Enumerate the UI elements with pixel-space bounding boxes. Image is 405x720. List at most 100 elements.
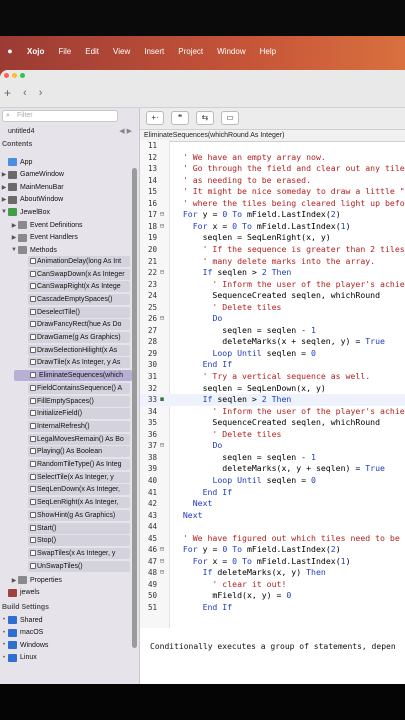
code-line[interactable]: 34 ' Inform the user of the player's ach… — [140, 406, 405, 418]
code-line[interactable]: 49 ' clear it out! — [140, 579, 405, 591]
code-line[interactable]: 11 — [140, 140, 405, 152]
code-line[interactable]: 41 End If — [140, 487, 405, 499]
disclosure-collapsed-icon[interactable]: ▶ — [10, 222, 18, 229]
method-item[interactable]: FieldContainsSequence() A — [28, 382, 130, 394]
menu-project[interactable]: Project — [171, 47, 210, 56]
menu-file[interactable]: File — [51, 47, 78, 56]
sidebar-scroll-thumb[interactable] — [132, 168, 137, 648]
method-item[interactable]: Start() — [28, 522, 130, 534]
code-line[interactable]: 35 SequenceCreated seqlen, whichRound — [140, 417, 405, 429]
tree-item-app[interactable]: App — [0, 156, 32, 168]
disclosure-collapsed-icon[interactable]: • — [0, 630, 8, 636]
method-item[interactable]: AnimationDelay(long As Int — [28, 255, 130, 267]
tree-item-mainmenubar[interactable]: ▶ MainMenuBar — [0, 181, 64, 193]
code-line[interactable]: 47 ⊟ For x = 0 To mField.LastIndex(1) — [140, 556, 405, 568]
tree-item-event-definitions[interactable]: ▶ Event Definitions — [10, 219, 83, 231]
fold-icon[interactable]: ⊟ — [158, 222, 166, 230]
method-item[interactable]: SwapTiles(x As Integer, y — [28, 547, 130, 559]
fold-icon[interactable]: ⊟ — [158, 268, 166, 276]
tab-nav-arrows[interactable]: ◀ ▶ — [119, 127, 132, 135]
view-toggle-icon[interactable]: ⇆ — [196, 111, 214, 125]
method-item[interactable]: DeselectTile() — [28, 306, 130, 318]
code-line[interactable]: 14 ' as needing to be erased. — [140, 175, 405, 187]
add-item-button[interactable]: +· — [146, 111, 164, 125]
code-line[interactable]: 39 deleteMarks(x, y + seqlen) = True — [140, 463, 405, 475]
tree-item-macos[interactable]: • macOS — [0, 627, 43, 639]
method-item[interactable]: SelectTile(x As Integer, y — [28, 471, 130, 483]
method-item[interactable]: CanSwapDown(x As Integer — [28, 268, 130, 280]
zoom-window-button[interactable] — [20, 73, 25, 78]
tree-item-windows[interactable]: • Windows — [0, 639, 48, 651]
code-line[interactable]: 21 ' many delete marks into the array. — [140, 256, 405, 268]
code-line[interactable]: 30 End If — [140, 359, 405, 371]
disclosure-collapsed-icon[interactable]: ▶ — [0, 184, 8, 191]
breakpoint-icon[interactable]: ◼ — [158, 395, 166, 403]
comment-icon[interactable]: ❝ — [171, 111, 189, 125]
back-button[interactable]: ‹ — [23, 87, 27, 99]
apple-icon[interactable]: ● — [0, 46, 20, 56]
method-item[interactable]: InternalRefresh() — [28, 420, 130, 432]
method-item[interactable]: DrawGame(g As Graphics) — [28, 332, 130, 343]
code-line[interactable]: 46 ⊟ For y = 0 To mField.LastIndex(2) — [140, 544, 405, 556]
disclosure-collapsed-icon[interactable]: • — [0, 642, 8, 648]
close-window-button[interactable] — [4, 73, 9, 78]
code-line[interactable]: 44 — [140, 521, 405, 533]
code-line[interactable]: 33 ◼ If seqlen > 2 Then — [140, 394, 405, 406]
code-line[interactable]: 20 ' If the sequence is greater than 2 t… — [140, 244, 405, 256]
tree-item-shared[interactable]: • Shared — [0, 614, 43, 626]
code-line[interactable]: 38 seqlen = seqlen - 1 — [140, 452, 405, 464]
code-line[interactable]: 22 ⊟ If seqlen > 2 Then — [140, 267, 405, 279]
method-item[interactable]: EliminateSequences(which — [14, 370, 132, 382]
tree-item-jewelbox[interactable]: ▼ JewelBox — [0, 206, 50, 218]
code-line[interactable]: 36 ' Delete tiles — [140, 429, 405, 441]
code-line[interactable]: 17 ⊟ For y = 0 To mField.LastIndex(2) — [140, 209, 405, 221]
menu-view[interactable]: View — [106, 47, 137, 56]
code-line[interactable]: 12 ' We have an empty array now. — [140, 152, 405, 164]
tree-item-properties[interactable]: ▶ Properties — [10, 574, 62, 586]
forward-button[interactable]: › — [39, 87, 43, 99]
fold-icon[interactable]: ⊟ — [158, 568, 166, 576]
tree-item-aboutwindow[interactable]: ▶ AboutWindow — [0, 194, 63, 206]
disclosure-expanded-icon[interactable]: ▼ — [10, 247, 18, 253]
menu-xojo[interactable]: Xojo — [20, 47, 51, 56]
tree-item-linux[interactable]: • Linux — [0, 652, 37, 664]
method-item[interactable]: SeqLenRight(x As Integer, — [28, 497, 130, 509]
disclosure-collapsed-icon[interactable]: ▶ — [10, 234, 18, 241]
menu-help[interactable]: Help — [253, 47, 283, 56]
menu-insert[interactable]: Insert — [137, 47, 171, 56]
disclosure-collapsed-icon[interactable]: ▶ — [10, 577, 18, 584]
code-line[interactable]: 24 SequenceCreated seqlen, whichRound — [140, 290, 405, 302]
filter-input[interactable]: ⌕ Filter — [2, 110, 118, 122]
method-item[interactable]: CascadeEmptySpaces() — [28, 293, 130, 305]
method-item[interactable]: LegalMovesRemain() As Bo — [28, 433, 130, 445]
code-line[interactable]: 48 ⊟ If deleteMarks(x, y) Then — [140, 567, 405, 579]
code-line[interactable]: 45 ' We have figured out which tiles nee… — [140, 533, 405, 545]
method-item[interactable]: DrawSelectionHilight(x As — [28, 344, 130, 356]
project-tab[interactable]: untitled4 ◀ ▶ — [0, 126, 140, 138]
menu-window[interactable]: Window — [210, 47, 252, 56]
code-line[interactable]: 27 seqlen = seqlen - 1 — [140, 325, 405, 337]
method-item[interactable]: RandomTileType() As Integ — [28, 459, 130, 470]
method-item[interactable]: UnSwapTiles() — [28, 560, 130, 572]
code-line[interactable]: 50 mField(x, y) = 0 — [140, 590, 405, 602]
method-item[interactable]: DrawFancyRect(hue As Do — [28, 319, 130, 331]
code-line[interactable]: 25 ' Delete tiles — [140, 302, 405, 314]
tree-item-event-handlers[interactable]: ▶ Event Handlers — [10, 232, 78, 244]
disclosure-collapsed-icon[interactable]: • — [0, 617, 8, 623]
fold-icon[interactable]: ⊟ — [158, 210, 166, 218]
code-line[interactable]: 37 ⊟ Do — [140, 440, 405, 452]
tree-item-methods[interactable]: ▼ Methods — [10, 244, 57, 256]
code-line[interactable]: 51 End If — [140, 602, 405, 614]
method-item[interactable]: SeqLenDown(x As Integer, — [28, 484, 130, 496]
disclosure-collapsed-icon[interactable]: • — [0, 655, 8, 661]
fold-icon[interactable]: ⊟ — [158, 314, 166, 322]
fold-icon[interactable]: ⊟ — [158, 441, 166, 449]
sidebar-scrollbar[interactable] — [132, 168, 137, 684]
method-item[interactable]: FillEmptySpaces() — [28, 395, 130, 407]
disclosure-collapsed-icon[interactable]: ▶ — [0, 171, 8, 178]
minimize-window-button[interactable] — [12, 73, 17, 78]
method-item[interactable]: Playing() As Boolean — [28, 446, 130, 458]
menu-edit[interactable]: Edit — [78, 47, 106, 56]
method-item[interactable]: ShowHint(g As Graphics) — [28, 509, 130, 521]
code-line[interactable]: 28 deleteMarks(x + seqlen, y) = True — [140, 336, 405, 348]
